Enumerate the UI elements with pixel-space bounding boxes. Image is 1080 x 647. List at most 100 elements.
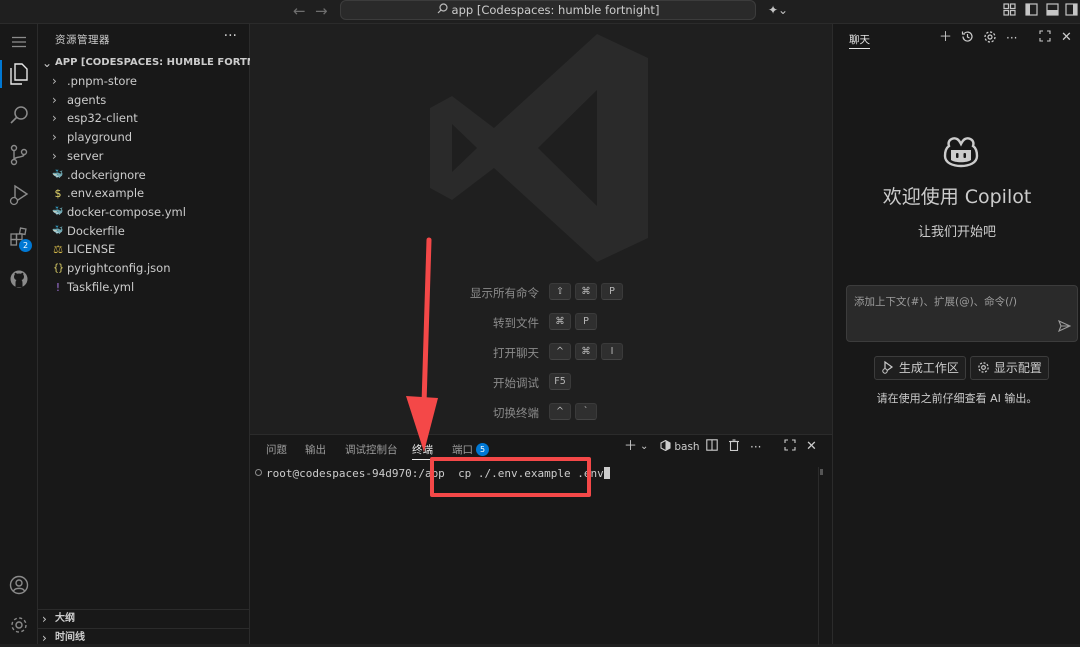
chevron-right-icon: › <box>42 631 47 645</box>
key-cap: P <box>575 313 597 330</box>
toggle-panel-icon[interactable] <box>1045 3 1059 17</box>
terminal-prompt: root@codespaces-94d970:/app <box>266 467 445 480</box>
run-debug-icon[interactable] <box>0 177 38 213</box>
tree-item-label: docker-compose.yml <box>67 204 186 219</box>
shortcut-label: 转到文件 <box>493 316 539 330</box>
tree-folder[interactable]: › agents <box>38 91 250 110</box>
tree-file[interactable]: ⚖ LICENSE <box>38 240 250 259</box>
tree-item-label: Taskfile.yml <box>67 279 135 294</box>
outline-section[interactable]: › 大纲 <box>38 609 250 628</box>
close-panel-icon[interactable]: ✕ <box>806 439 817 455</box>
bash-icon <box>660 439 671 452</box>
docker-compose-icon: 🐳 <box>52 206 64 217</box>
back-arrow-icon[interactable]: ← <box>293 2 306 20</box>
tree-file[interactable]: ! Taskfile.yml <box>38 278 250 297</box>
shortcut-hint: 转到文件 ⌘ P <box>250 313 832 333</box>
explorer-icon[interactable] <box>0 56 38 92</box>
tree-file[interactable]: 🐳 .dockerignore <box>38 166 250 185</box>
history-icon[interactable] <box>961 30 974 48</box>
key-cap: ⌘ <box>549 313 571 330</box>
chat-input[interactable]: 添加上下文(#)、扩展(@)、命令(/) <box>846 285 1078 342</box>
toggle-primary-sidebar-icon[interactable] <box>1024 3 1038 17</box>
source-control-icon[interactable] <box>0 137 38 173</box>
trash-icon[interactable] <box>728 439 740 455</box>
extensions-icon[interactable]: 2 <box>0 219 38 255</box>
account-icon[interactable] <box>0 567 38 603</box>
tab-chat[interactable]: 聊天 <box>849 32 870 49</box>
shortcut-label: 切换终端 <box>493 406 539 420</box>
send-icon[interactable] <box>1057 319 1072 335</box>
tree-item-label: esp32-client <box>67 111 138 126</box>
tree-file[interactable]: 🐳 docker-compose.yml <box>38 203 250 222</box>
timeline-label: 时间线 <box>55 632 85 643</box>
search-icon[interactable] <box>0 97 38 133</box>
chevron-right-icon: › <box>52 148 57 163</box>
workspace-root[interactable]: ⌄ APP [CODESPACES: HUMBLE FORTNIGHT] <box>38 54 250 72</box>
generate-workspace-button[interactable]: 生成工作区 <box>874 356 966 380</box>
key-cap: ⌘ <box>575 283 597 300</box>
chat-input-placeholder: 添加上下文(#)、扩展(@)、命令(/) <box>854 296 1017 308</box>
workspace-root-label: APP [CODESPACES: HUMBLE FORTNIGHT] <box>55 57 250 68</box>
tab-ports[interactable]: 端口 5 <box>452 442 489 457</box>
shortcut-keys: ^ ⌘ I <box>549 343 623 360</box>
tab-debug-console[interactable]: 调试控制台 <box>345 442 398 457</box>
tree-file[interactable]: 🐳 Dockerfile <box>38 222 250 241</box>
new-terminal-plus-icon[interactable]: ＋ <box>624 439 637 455</box>
welcome-heading: 欢迎使用 Copilot <box>882 186 1032 208</box>
tab-problems[interactable]: 问题 <box>266 442 287 457</box>
shortcut-keys: ⇧ ⌘ P <box>549 283 623 300</box>
shortcut-label: 开始调试 <box>493 376 539 390</box>
welcome-subtitle: 让我们开始吧 <box>917 225 996 240</box>
ai-disclaimer: 请在使用之前仔细查看 AI 输出。 <box>876 392 1038 405</box>
menu-icon[interactable] <box>0 24 38 60</box>
search-icon <box>437 1 448 19</box>
chevron-down-icon[interactable]: ⌄ <box>640 439 648 455</box>
key-cap: ⇧ <box>549 283 571 300</box>
more-actions-icon[interactable]: ··· <box>750 439 761 455</box>
close-icon[interactable]: ✕ <box>1061 30 1072 46</box>
forward-arrow-icon[interactable]: → <box>315 2 328 20</box>
customize-layout-icon[interactable] <box>1002 3 1016 17</box>
new-chat-plus-icon[interactable]: ＋ <box>939 30 952 46</box>
split-terminal-icon[interactable] <box>706 439 718 455</box>
more-actions-icon[interactable]: ··· <box>224 28 237 44</box>
key-cap: ⌘ <box>575 343 597 360</box>
tree-item-label: .dockerignore <box>67 167 146 182</box>
tab-output[interactable]: 输出 <box>305 442 326 457</box>
shortcut-label: 显示所有命令 <box>470 286 539 300</box>
tree-file[interactable]: {} pyrightconfig.json <box>38 259 250 278</box>
maximize-icon[interactable] <box>1039 30 1051 47</box>
tree-folder[interactable]: › .pnpm-store <box>38 72 250 91</box>
github-icon[interactable] <box>0 261 38 297</box>
show-config-button[interactable]: 显示配置 <box>970 356 1049 380</box>
tree-folder[interactable]: › esp32-client <box>38 109 250 128</box>
show-config-label: 显示配置 <box>993 361 1042 375</box>
license-icon: ⚖ <box>53 243 63 257</box>
activity-bar: 2 <box>0 24 38 644</box>
copilot-sparkle-icon[interactable]: ✦⌄ <box>767 3 789 17</box>
chevron-down-icon: ⌄ <box>42 56 53 70</box>
shortcut-hint: 开始调试 F5 <box>250 373 832 393</box>
json-braces-icon: {} <box>52 263 64 274</box>
key-cap: F5 <box>549 373 571 390</box>
tree-folder[interactable]: › server <box>38 147 250 166</box>
gear-icon[interactable] <box>983 30 997 49</box>
env-dollar-icon: $ <box>54 187 62 201</box>
command-center-search[interactable]: app [Codespaces: humble fortnight] <box>340 0 756 20</box>
more-actions-icon[interactable]: ··· <box>1006 30 1017 46</box>
generate-workspace-label: 生成工作区 <box>898 361 959 375</box>
terminal-scrollbar[interactable] <box>818 467 825 645</box>
tree-file[interactable]: $ .env.example <box>38 184 250 203</box>
manage-gear-icon[interactable] <box>0 607 38 643</box>
gear-icon <box>978 362 989 373</box>
maximize-panel-icon[interactable] <box>784 439 796 455</box>
terminal-shell-selector[interactable]: bash <box>660 439 700 455</box>
timeline-section[interactable]: › 时间线 <box>38 628 250 647</box>
key-cap: I <box>601 343 623 360</box>
toggle-secondary-sidebar-icon[interactable] <box>1064 3 1078 17</box>
scrollbar-thumb[interactable] <box>820 469 823 475</box>
tree-item-label: Dockerfile <box>67 223 125 238</box>
chat-panel: 聊天 ＋ ··· ✕ 欢迎使用 Copilot 让我们开始吧 添加上下文(#)、… <box>832 24 1080 644</box>
shortcut-keys: ⌘ P <box>549 313 597 330</box>
tree-folder[interactable]: › playground <box>38 128 250 147</box>
